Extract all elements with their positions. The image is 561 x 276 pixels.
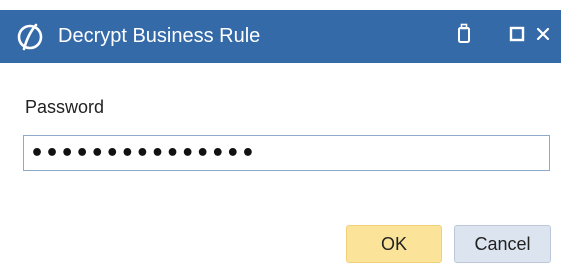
password-input[interactable] bbox=[23, 135, 550, 171]
pin-button[interactable] bbox=[452, 22, 476, 50]
window-title: Decrypt Business Rule bbox=[58, 25, 261, 47]
pin-icon bbox=[456, 23, 472, 50]
maximize-button[interactable] bbox=[506, 22, 528, 50]
title-bar[interactable]: Decrypt Business Rule bbox=[0, 10, 561, 63]
cancel-button[interactable]: Cancel bbox=[454, 225, 551, 263]
ok-button[interactable]: OK bbox=[346, 225, 442, 263]
decrypt-dialog: Decrypt Business Rule Password •••••••••… bbox=[0, 0, 561, 276]
password-label: Password bbox=[25, 97, 105, 117]
close-icon bbox=[535, 26, 551, 47]
maximize-icon bbox=[509, 26, 525, 47]
close-button[interactable] bbox=[531, 22, 555, 50]
onestream-logo-icon bbox=[14, 22, 46, 52]
